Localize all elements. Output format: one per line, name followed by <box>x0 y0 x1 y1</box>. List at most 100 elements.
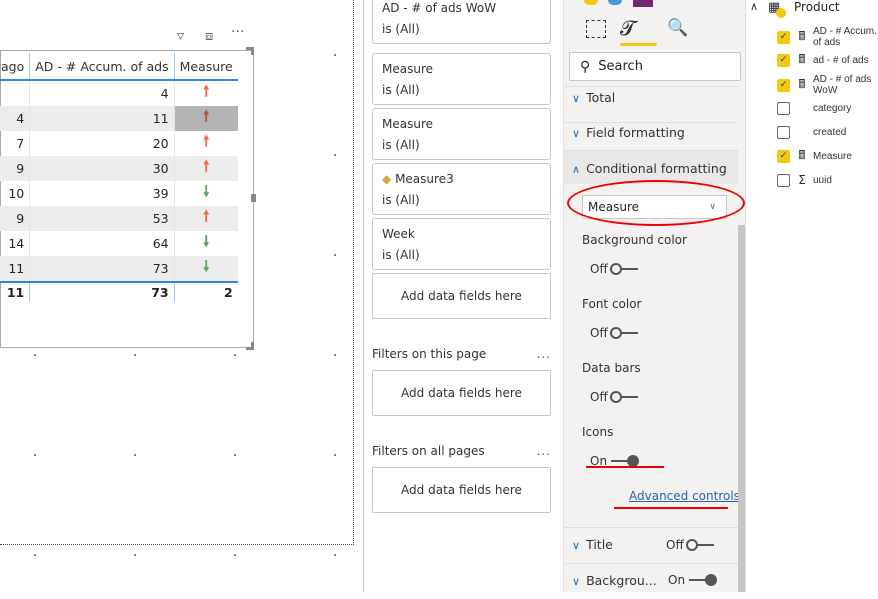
calculator-icon: 🖩 <box>798 76 806 91</box>
sigma-icon: Σ <box>798 173 806 187</box>
cell: 39 <box>29 181 175 206</box>
focus-mode-icon[interactable]: ⧈ <box>205 29 213 44</box>
table-row[interactable]: 7 20 🠕 <box>0 131 238 156</box>
filter-name: Measure <box>382 113 541 135</box>
more-icon[interactable]: ... <box>537 444 551 458</box>
field-item[interactable]: ✓ 🖩 ad - # of ads <box>777 50 877 71</box>
chevron-down-icon: ∨ <box>572 127 581 140</box>
cell: 11 <box>0 256 31 282</box>
section-label: Total <box>586 90 616 105</box>
analytics-icon[interactable]: 🔍 <box>667 18 688 38</box>
add-data-fields-drop[interactable]: Add data fields here <box>372 273 551 319</box>
table-row[interactable]: 10 39 🠗 <box>0 181 238 206</box>
cell <box>0 80 31 106</box>
filter-card[interactable]: ◆ Measure3 is (All) <box>372 163 551 215</box>
field-label: uuid <box>813 174 832 186</box>
field-item[interactable]: ✓ 🖩 Measure <box>777 146 877 167</box>
calculator-icon: 🖩 <box>798 148 806 162</box>
cell: 4 <box>29 80 175 106</box>
filter-value: is (All) <box>382 83 420 97</box>
column-header[interactable]: ago <box>0 53 31 81</box>
data-bars-toggle[interactable]: Off <box>590 390 638 404</box>
resize-handle-corner[interactable] <box>246 342 254 350</box>
total-cell: 73 <box>29 281 175 302</box>
checkbox[interactable]: ✓ <box>777 54 790 67</box>
filter-card[interactable]: Measure is (All) <box>372 108 551 160</box>
toggle-state: Off <box>590 262 608 276</box>
filter-card[interactable]: Week is (All) <box>372 218 551 270</box>
more-icon[interactable]: ... <box>537 347 551 361</box>
checkbox[interactable]: ✓ <box>777 78 790 92</box>
field-label: AD - # of ads WoW <box>813 74 872 96</box>
filter-card[interactable]: Measure is (All) <box>372 53 551 105</box>
checkbox[interactable] <box>777 101 790 115</box>
annotation-underline <box>614 507 728 509</box>
table-row[interactable]: 14 64 🠗 <box>0 231 238 256</box>
format-paintroller-icon[interactable]: 𝓣 <box>620 16 635 40</box>
cell: 9 <box>0 206 31 231</box>
checkbox[interactable] <box>777 125 790 139</box>
font-color-toggle[interactable]: Off <box>590 326 638 340</box>
table-row[interactable]: 4 11 🠕 <box>0 106 238 131</box>
filter-name: ◆ Measure3 <box>382 168 541 190</box>
section-total[interactable]: ∨ Total <box>564 86 738 122</box>
cell: 14 <box>0 231 31 256</box>
table-row[interactable]: 9 53 🠕 <box>0 206 238 231</box>
bulb-icon[interactable] <box>584 0 598 5</box>
table-row[interactable]: 9 30 🠕 <box>0 156 238 181</box>
active-tab-indicator <box>620 43 657 46</box>
filter-icon[interactable]: ▿ <box>177 28 184 44</box>
chevron-up-icon[interactable]: ∧ <box>750 0 758 13</box>
section-field-formatting[interactable]: ∨ Field formatting <box>564 122 738 150</box>
table-name[interactable]: Product <box>794 0 840 14</box>
arrow-down-icon: 🠗 <box>202 232 210 250</box>
arrow-up-icon: 🠕 <box>202 82 210 100</box>
cell: 53 <box>29 206 175 231</box>
filters-page-heading: Filters on this page... <box>372 347 551 361</box>
filter-value: is (All) <box>382 138 420 152</box>
visual-icon[interactable] <box>633 0 653 7</box>
resize-handle-corner[interactable] <box>246 47 254 55</box>
arrow-up-icon: 🠕 <box>202 207 210 225</box>
annotation-underline <box>586 466 664 468</box>
font-color-label: Font color <box>582 297 642 311</box>
add-data-fields-drop[interactable]: Add data fields here <box>372 370 551 416</box>
heading-text: Filters on all pages <box>372 444 485 458</box>
filters-pane: AD - # of ads WoW is (All) Measure is (All)… <box>363 0 563 592</box>
field-item[interactable]: created <box>777 122 877 142</box>
scrollbar[interactable] <box>738 225 745 592</box>
field-item[interactable]: Σuuid <box>777 170 877 190</box>
checkbox[interactable]: ✓ <box>777 30 790 44</box>
background-color-toggle[interactable]: Off <box>590 262 638 276</box>
filter-value: is (All) <box>382 248 420 262</box>
fields-tab-icon[interactable] <box>586 20 606 38</box>
background-toggle[interactable]: On <box>668 573 718 587</box>
filter-card[interactable]: AD - # of ads WoW is (All) <box>372 0 551 44</box>
column-header[interactable]: Measure <box>174 53 238 81</box>
field-item[interactable]: category <box>777 98 877 118</box>
field-item[interactable]: ✓ 🖩 AD - # of ads WoW <box>777 74 877 96</box>
cell: 10 <box>0 181 31 206</box>
add-data-fields-drop[interactable]: Add data fields here <box>372 467 551 513</box>
field-item[interactable]: ✓ 🖩 AD - # Accum. of ads <box>777 26 877 48</box>
more-options-icon[interactable]: ··· <box>231 24 244 40</box>
cell: 30 <box>29 156 175 181</box>
checkbox[interactable]: ✓ <box>777 150 790 163</box>
filters-all-heading: Filters on all pages... <box>372 444 551 458</box>
column-header[interactable]: AD - # Accum. of ads <box>29 53 175 81</box>
calculator-icon: 🖩 <box>798 52 806 66</box>
checkbox[interactable] <box>777 173 790 187</box>
table-row[interactable]: 4 🠕 <box>0 80 238 106</box>
field-label: AD - # Accum. of ads <box>813 26 877 48</box>
table-row[interactable]: 11 73 🠗 <box>0 256 238 282</box>
cell: 20 <box>29 131 175 156</box>
toggle-state: Off <box>590 390 608 404</box>
section-conditional-formatting[interactable]: ∧ Conditional formatting <box>564 150 738 184</box>
advanced-controls-link[interactable]: Advanced controls <box>629 489 740 503</box>
section-label: Conditional formatting <box>586 161 727 176</box>
globe-icon[interactable] <box>608 0 622 5</box>
resize-handle[interactable] <box>251 194 256 202</box>
filter-name: Week <box>382 223 541 245</box>
search-input[interactable]: ⚲ Search <box>569 52 741 81</box>
title-toggle[interactable]: Off <box>666 538 714 552</box>
